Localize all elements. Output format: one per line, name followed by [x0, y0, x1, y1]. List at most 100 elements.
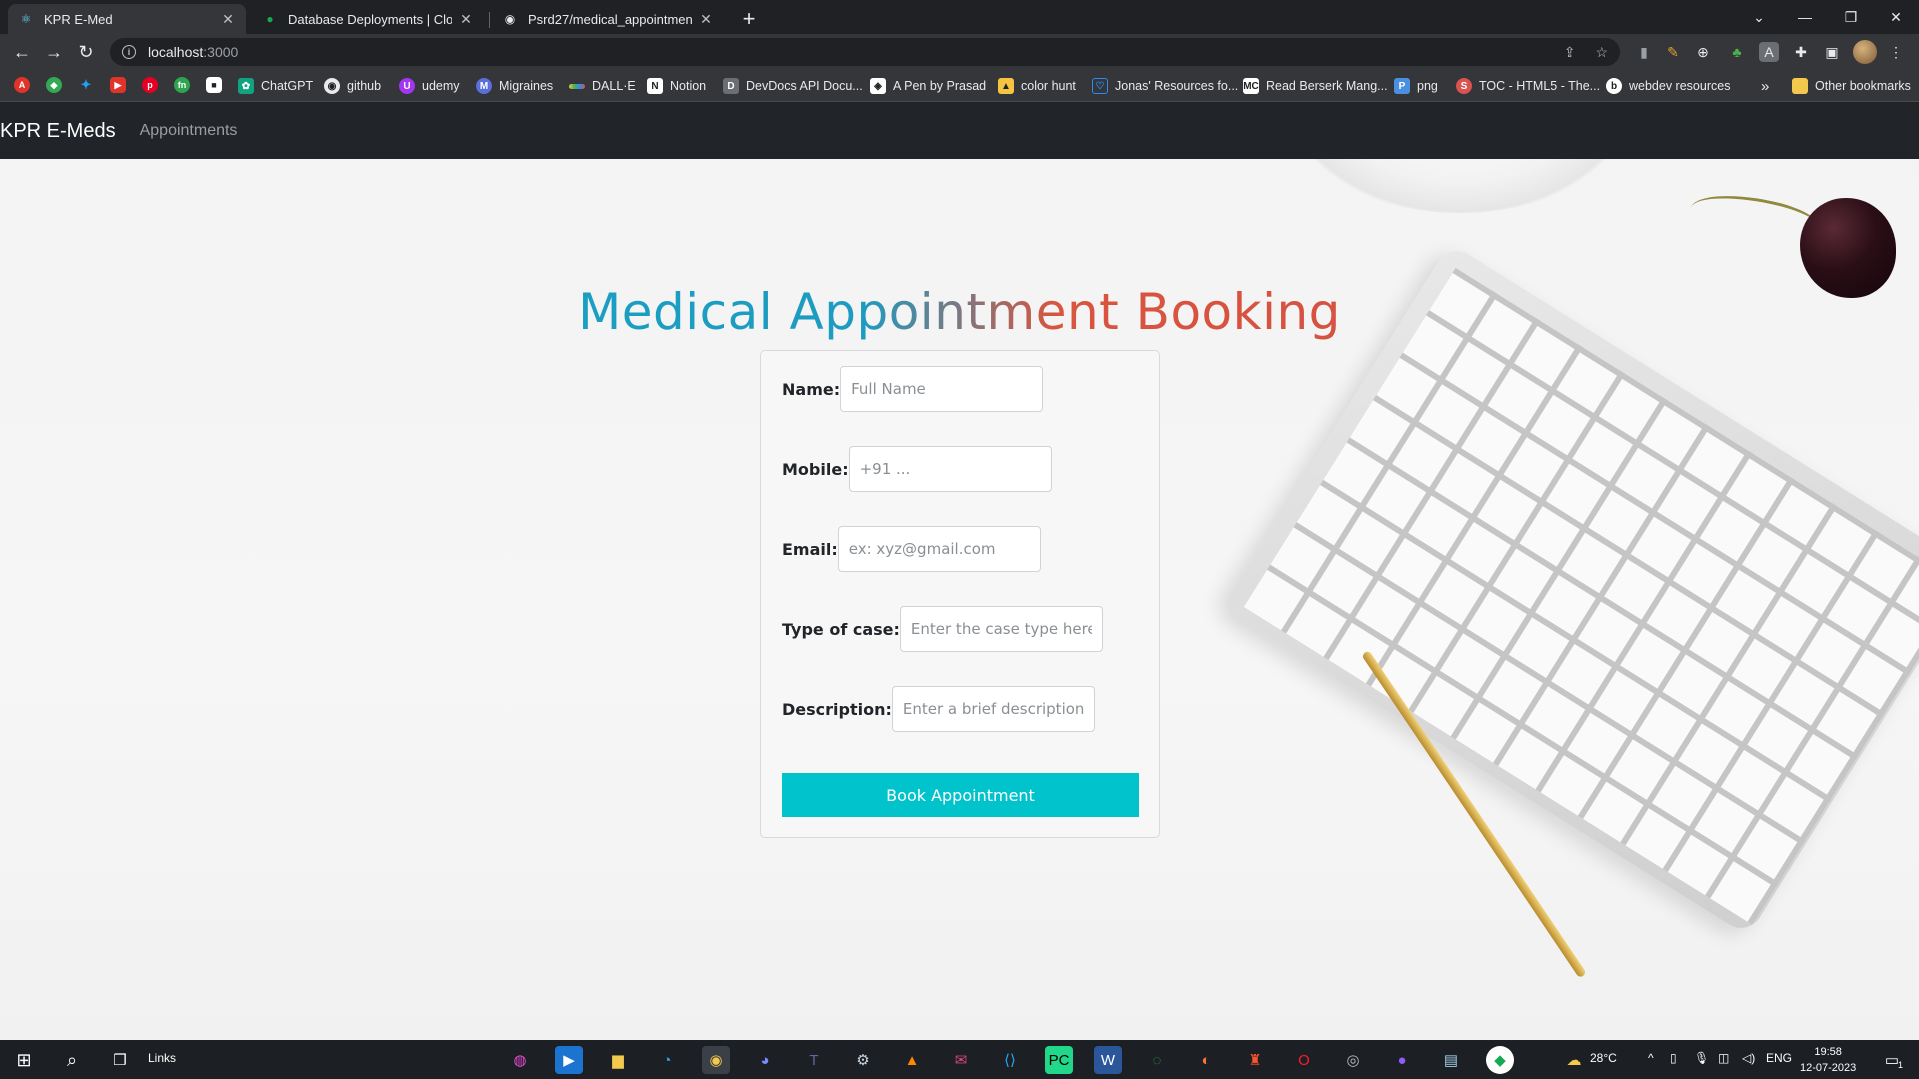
firefox-icon[interactable]: ◐	[1192, 1046, 1220, 1074]
twitter-icon[interactable]: ✦	[78, 77, 94, 93]
extensions-puzzle-icon[interactable]: ✚	[1791, 42, 1811, 62]
fn-icon[interactable]: fn	[174, 77, 190, 93]
back-button[interactable]: ←	[8, 38, 36, 66]
reader-extension-icon[interactable]: A	[1759, 42, 1779, 62]
chrome-icon[interactable]: ◉	[702, 1046, 730, 1074]
tab-database-deployments[interactable]: ● Database Deployments | Cloud: M ✕	[252, 4, 484, 34]
loader-app-icon[interactable]: ◌	[1143, 1046, 1171, 1074]
forward-button[interactable]: →	[40, 38, 68, 66]
bookmark-migraines[interactable]: M Migraines	[476, 76, 553, 96]
app-navbar: KPR E-Meds Appointments	[0, 103, 1919, 159]
bookmark-star-icon[interactable]: ☆	[1595, 44, 1608, 61]
windows-start-icon[interactable]: ⊞	[10, 1046, 38, 1074]
vscode-icon[interactable]: ⟨⟩	[996, 1046, 1024, 1074]
description-label: Description:	[782, 699, 892, 719]
bookmark-notion[interactable]: N Notion	[647, 76, 706, 96]
bookmark-webdev[interactable]: b webdev resources	[1606, 76, 1730, 96]
links-toolbar-label[interactable]: Links	[148, 1051, 176, 1065]
restore-button[interactable]: ❐	[1828, 0, 1874, 34]
bookmark-chatgpt[interactable]: ✿ ChatGPT	[238, 76, 313, 96]
maps-icon[interactable]: ◆	[46, 77, 62, 93]
side-panel-icon[interactable]: ▣	[1822, 42, 1842, 62]
discord-icon[interactable]: ◕	[751, 1046, 779, 1074]
bookmark-png[interactable]: Ppng	[1394, 76, 1438, 96]
color-picker-extension-icon[interactable]: ✎	[1663, 42, 1683, 62]
github-icon: ◉	[504, 12, 516, 26]
battery-icon[interactable]: ▯	[1670, 1051, 1677, 1065]
tab-search-icon[interactable]: ⌄	[1736, 0, 1782, 34]
obs-icon[interactable]: ◎	[1339, 1046, 1367, 1074]
tree-extension-icon[interactable]: ♣	[1727, 42, 1747, 62]
prime-video-icon[interactable]: ▶	[555, 1046, 583, 1074]
clock-date: 12-07-2023	[1800, 1062, 1857, 1074]
extension-icon[interactable]: ▮	[1634, 42, 1654, 62]
bookmark-colorhunt[interactable]: ▲ color hunt	[998, 76, 1076, 96]
bookmark-github[interactable]: ◉ github	[324, 76, 381, 96]
bookmark-devdocs[interactable]: D DevDocs API Docu...	[723, 76, 863, 96]
mail-app-icon[interactable]: ✉	[947, 1046, 975, 1074]
mongodb-icon: ●	[266, 12, 274, 26]
add-extension-icon[interactable]: ⊕	[1693, 42, 1713, 62]
bookmark-jonas[interactable]: ♡ Jonas' Resources fo...	[1092, 76, 1238, 96]
tab-title: Psrd27/medical_appointment: M	[528, 11, 692, 27]
file-explorer-icon[interactable]: ▆	[604, 1046, 632, 1074]
language-indicator[interactable]: ENG	[1766, 1051, 1792, 1065]
bookmark-udemy[interactable]: Uudemy	[399, 76, 460, 96]
more-bookmarks-button[interactable]: »	[1761, 76, 1769, 96]
tray-chevron-icon[interactable]: ^	[1648, 1051, 1654, 1065]
microphone-icon[interactable]: 🎙	[1694, 1051, 1709, 1065]
brave-icon[interactable]: ♜	[1241, 1046, 1269, 1074]
migraines-icon: M	[476, 78, 492, 94]
close-icon[interactable]: ✕	[220, 11, 236, 28]
minimize-button[interactable]: —	[1782, 0, 1828, 34]
profile-avatar[interactable]	[1853, 40, 1877, 64]
name-input[interactable]	[840, 366, 1044, 412]
pycharm-icon[interactable]: PC	[1045, 1046, 1073, 1074]
new-tab-button[interactable]: +	[735, 5, 763, 33]
volume-icon[interactable]: ◁)	[1742, 1051, 1755, 1065]
edge-icon[interactable]: ◔	[653, 1046, 681, 1074]
tab-kpr-emed[interactable]: ⚛ KPR E-Med ✕	[8, 4, 246, 34]
mongodb-compass-icon[interactable]: ◆	[1486, 1046, 1514, 1074]
nav-link-appointments[interactable]: Appointments	[140, 122, 238, 140]
url-text: localhost:3000	[148, 44, 239, 60]
paint-app-icon[interactable]: ◍	[506, 1046, 534, 1074]
system-clock[interactable]: 19:58 12-07-2023	[1800, 1044, 1856, 1076]
bookmark-berserk[interactable]: MC Read Berserk Mang...	[1243, 76, 1388, 96]
pinterest-icon[interactable]: p	[142, 77, 158, 93]
close-icon[interactable]: ✕	[458, 11, 474, 28]
mobile-input[interactable]	[848, 446, 1052, 492]
description-input[interactable]	[891, 686, 1095, 732]
close-window-button[interactable]: ✕	[1873, 0, 1919, 34]
close-icon[interactable]: ✕	[698, 11, 714, 28]
site-info-icon[interactable]: i	[122, 45, 136, 59]
case-type-input[interactable]	[899, 606, 1103, 652]
youtube-icon[interactable]: ▶	[110, 77, 126, 93]
book-appointment-button[interactable]: Book Appointment	[782, 773, 1139, 817]
address-bar[interactable]: i localhost:3000 ⇪ ☆	[110, 38, 1620, 66]
teams-icon[interactable]: T	[800, 1046, 828, 1074]
blank-bookmark-icon[interactable]: ■	[206, 77, 222, 93]
weather-temperature[interactable]: 28°C	[1590, 1051, 1617, 1065]
vlc-icon[interactable]: ▲	[898, 1046, 926, 1074]
adobe-icon[interactable]: A	[14, 77, 30, 93]
steam-icon[interactable]: ⚙	[849, 1046, 877, 1074]
task-view-icon[interactable]: ❒	[106, 1046, 134, 1074]
reload-button[interactable]: ↻	[72, 38, 100, 66]
email-input[interactable]	[837, 526, 1041, 572]
brand-link[interactable]: KPR E-Meds	[0, 120, 116, 143]
network-icon[interactable]: ◫	[1718, 1051, 1729, 1065]
app-purple-icon[interactable]: ●	[1388, 1046, 1416, 1074]
word-icon[interactable]: W	[1094, 1046, 1122, 1074]
bookmark-toc-html5[interactable]: S TOC - HTML5 - The...	[1456, 76, 1600, 96]
notepad-icon[interactable]: ▤	[1437, 1046, 1465, 1074]
opera-icon[interactable]: O	[1290, 1046, 1318, 1074]
tab-github-repo[interactable]: ◉ Psrd27/medical_appointment: M ✕	[492, 4, 724, 34]
bookmark-dalle[interactable]: DALL·E	[569, 76, 636, 96]
bookmark-codepen[interactable]: ◈ A Pen by Prasad	[870, 76, 986, 96]
search-icon[interactable]: ⌕	[58, 1046, 86, 1074]
share-icon[interactable]: ⇪	[1564, 44, 1576, 61]
other-bookmarks-folder[interactable]: Other bookmarks	[1792, 76, 1911, 96]
menu-kebab-icon[interactable]: ⋮	[1886, 42, 1906, 62]
manga-icon: MC	[1243, 78, 1259, 94]
